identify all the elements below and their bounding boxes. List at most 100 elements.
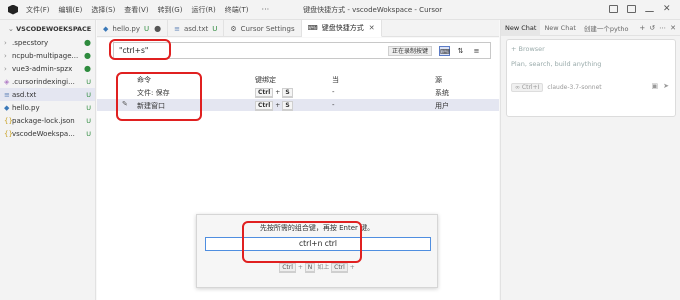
hint-text: 如上	[317, 264, 330, 271]
status-dot: ●	[84, 38, 91, 47]
chat-placeholder[interactable]: Plan, search, build anything	[511, 60, 601, 68]
menu-edit[interactable]: 编辑(E)	[59, 5, 83, 15]
menu-run[interactable]: 运行(R)	[191, 5, 215, 15]
clear-search-icon[interactable]: ≡	[471, 46, 482, 56]
window-controls: ✕	[609, 5, 672, 14]
more-icon[interactable]: ⋯	[659, 24, 666, 32]
key-cap: Ctrl	[279, 263, 296, 273]
layout-panel-icon[interactable]	[627, 5, 636, 13]
window-title: 键盘快捷方式 - vscodeWokspace - Cursor	[303, 5, 443, 14]
tab-status: U	[212, 24, 218, 33]
modified-dot-icon[interactable]: ●	[154, 24, 161, 33]
send-icon[interactable]: ➤	[663, 82, 669, 90]
record-keys-icon[interactable]: ⌨	[439, 46, 450, 56]
tree-item-label: ncpub-multipage...	[12, 51, 79, 60]
mode-selector[interactable]: ∞ Ctrl+I	[511, 83, 544, 92]
tab-asd-txt[interactable]: ≡ asd.txt U	[168, 20, 225, 37]
tree-item-asd-txt[interactable]: ≡ asd.txt U	[0, 88, 95, 101]
layout-sidebar-icon[interactable]	[609, 5, 618, 13]
tree-item-label: package-lock.json	[12, 116, 75, 125]
tab-label: hello.py	[112, 24, 140, 33]
tree-item-label: hello.py	[12, 103, 40, 112]
key-cap: Ctrl	[255, 101, 274, 111]
row-when: -	[332, 101, 335, 109]
key-plus: +	[297, 264, 303, 271]
header-source[interactable]: 源	[435, 75, 442, 85]
chat-input-box[interactable]: + Browser Plan, search, build anything ∞…	[506, 39, 676, 117]
menu-terminal[interactable]: 终端(T)	[225, 5, 249, 15]
image-icon[interactable]: ▣	[652, 82, 659, 90]
gear-icon: ⚙	[230, 24, 237, 33]
text-file-icon: ≡	[174, 24, 180, 33]
tree-item-package-lock[interactable]: {} package-lock.json U	[0, 114, 95, 127]
tab-hello-py[interactable]: ◆ hello.py U ●	[97, 20, 169, 37]
status-untracked: U	[86, 90, 91, 99]
chat-tab-new-1[interactable]: New Chat	[501, 19, 541, 36]
close-window-icon[interactable]: ✕	[663, 5, 672, 14]
chat-tools: ▣ ➤	[652, 82, 670, 90]
json-file-icon: {}	[4, 116, 13, 125]
tree-item-vscodewoekspace[interactable]: {} vscodeWoekspa... U	[0, 127, 95, 140]
status-untracked: U	[86, 103, 91, 112]
key-plus: +	[275, 89, 281, 96]
tab-label: asd.txt	[183, 24, 209, 33]
browser-chip[interactable]: + Browser	[511, 45, 545, 53]
chat-tab-new-2[interactable]: New Chat	[540, 24, 579, 32]
add-chat-icon[interactable]: +	[639, 24, 645, 32]
annotation-commands-highlight	[116, 72, 202, 121]
tab-label: 键盘快捷方式	[321, 24, 364, 32]
close-panel-icon[interactable]: ✕	[670, 24, 676, 32]
close-tab-icon[interactable]: ✕	[369, 24, 375, 32]
sort-by-precedence-icon[interactable]: ⇅	[455, 46, 466, 56]
key-cap: N	[304, 263, 316, 273]
header-when[interactable]: 当	[332, 75, 339, 85]
tree-item-cursorindexing[interactable]: ◈ .cursorindexingi... U	[0, 75, 95, 88]
tree-item-vue3-admin[interactable]: › vue3-admin-spzx ●	[0, 62, 95, 75]
model-selector[interactable]: claude-3.7-sonnet	[547, 84, 601, 91]
python-file-icon: ◆	[4, 103, 10, 112]
tree-item-hello-py[interactable]: ◆ hello.py U	[0, 101, 95, 114]
row-source: 用户	[435, 102, 449, 110]
annotation-search-highlight	[109, 39, 171, 60]
recording-keys-badge[interactable]: 正在录制按键	[387, 46, 432, 56]
menu-selection[interactable]: 选择(S)	[91, 5, 115, 15]
tab-status: U	[144, 24, 150, 33]
annotation-input-highlight	[242, 221, 362, 263]
tab-cursor-settings[interactable]: ⚙ Cursor Settings	[224, 20, 302, 37]
chat-tabs: New Chat New Chat 创建一个pytho + ↺ ⋯ ✕	[501, 19, 680, 36]
cursor-logo-icon	[8, 4, 18, 15]
text-file-icon: ≡	[4, 90, 10, 99]
menu-more-button[interactable]: ···	[262, 5, 270, 14]
status-dot: ●	[84, 51, 91, 60]
row-when: -	[332, 88, 335, 96]
config-file-icon: ◈	[4, 77, 10, 86]
editor-tabs: ◆ hello.py U ● ≡ asd.txt U ⚙ Cursor Sett…	[97, 20, 499, 37]
status-untracked: U	[86, 116, 91, 125]
tab-keyboard-shortcuts[interactable]: ⌨ 键盘快捷方式 ✕	[301, 20, 382, 37]
menu-view[interactable]: 查看(V)	[124, 5, 148, 15]
key-cap: Ctrl	[255, 88, 274, 98]
menu-file[interactable]: 文件(F)	[26, 5, 50, 15]
json-file-icon: {}	[4, 129, 13, 138]
workspace-title[interactable]: ⌄ VSCODEWOEKSPACE	[0, 22, 95, 36]
model-row: ∞ Ctrl+I claude-3.7-sonnet	[511, 83, 602, 92]
tree-item-specstory[interactable]: › .specstory ●	[0, 36, 95, 49]
key-plus: +	[275, 102, 281, 109]
row-keybinding: Ctrl + S	[255, 88, 293, 98]
history-icon[interactable]: ↺	[649, 24, 655, 32]
chat-tab-python[interactable]: 创建一个pytho	[580, 23, 633, 33]
tree-item-label: .cursorindexingi...	[12, 77, 75, 86]
header-keybinding[interactable]: 键绑定	[255, 75, 276, 85]
status-dot: ●	[84, 64, 91, 73]
keybindings-editor: "ctrl+s" 正在录制按键 ⌨ ⇅ ≡ 命令 键绑定 当 源 文件: 保存 …	[97, 38, 499, 300]
minimize-icon[interactable]	[645, 7, 654, 12]
key-plus: +	[349, 264, 355, 271]
menu-goto[interactable]: 转到(G)	[158, 5, 183, 15]
status-untracked: U	[86, 77, 91, 86]
tree-item-ncpub[interactable]: › ncpub-multipage... ●	[0, 49, 95, 62]
tree-item-label: vue3-admin-spzx	[12, 64, 73, 73]
chevron-right-icon: ›	[4, 64, 7, 73]
key-cap: Ctrl	[331, 263, 348, 273]
chevron-right-icon: ›	[4, 51, 7, 60]
dialog-existing-hint: Ctrl + N 如上 Ctrl +	[197, 262, 437, 273]
